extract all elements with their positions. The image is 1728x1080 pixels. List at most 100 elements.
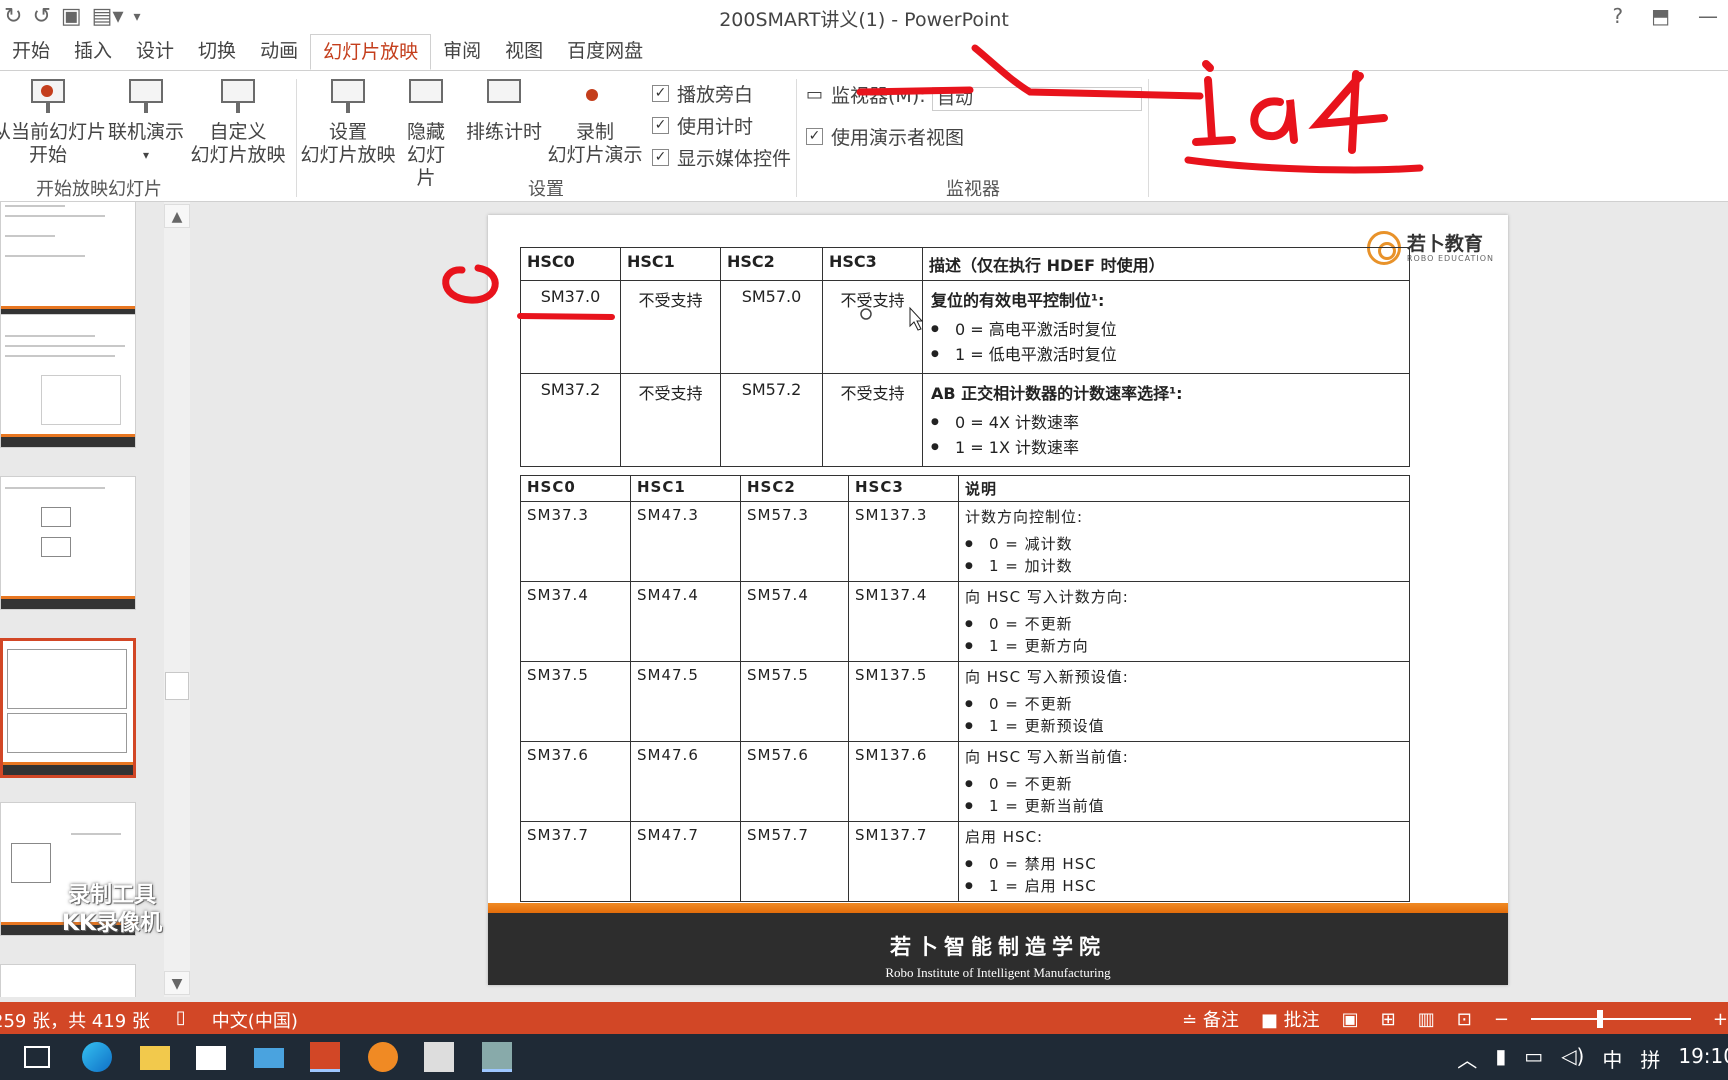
cell: SM137.6 xyxy=(848,741,959,822)
cell: SM47.6 xyxy=(630,741,741,822)
checkmark-icon: ✓ xyxy=(806,128,823,145)
rehearse-timings-label: 排练计时 xyxy=(465,121,542,143)
slideshow-view-icon[interactable]: ⊡ xyxy=(1457,1009,1472,1030)
show-media-controls-checkbox[interactable]: ✓ 显示媒体控件 xyxy=(652,144,791,171)
zoom-knob[interactable] xyxy=(1596,1010,1603,1028)
description-cell: 向 HSC 写入计数方向: 0 = 不更新1 = 更新方向 xyxy=(958,581,1410,662)
rehearse-timings-icon xyxy=(485,75,523,115)
record-label-1: 录制 xyxy=(575,121,614,143)
hsc-control-table-2: HSC0 HSC1 HSC2 HSC3 说明 SM37.3 SM47.3 SM5… xyxy=(520,475,1410,902)
tab-design[interactable]: 设计 xyxy=(124,34,186,70)
slide-thumbnail[interactable] xyxy=(0,964,136,997)
show-media-controls-label: 显示媒体控件 xyxy=(677,148,792,170)
recorder-icon[interactable] xyxy=(482,1042,512,1072)
setup-slideshow-button[interactable]: 设置 幻灯片放映 xyxy=(300,75,396,167)
from-current-slide-button[interactable]: 从当前幻灯片 开始 xyxy=(0,75,106,167)
tab-transitions[interactable]: 切换 xyxy=(186,34,248,70)
store-icon[interactable] xyxy=(196,1046,226,1070)
bullet: 0 = 不更新 xyxy=(965,773,1403,795)
minimize-icon[interactable]: — xyxy=(1698,4,1718,28)
header-cell: HSC2 xyxy=(740,475,849,502)
tab-home[interactable]: 开始 xyxy=(0,34,62,70)
thumbnail-scrollbar[interactable]: ▲ ▼ xyxy=(164,202,190,997)
spell-check-icon[interactable]: ▯ xyxy=(176,1007,186,1033)
app-window-icon[interactable] xyxy=(424,1042,454,1072)
description-cell: 向 HSC 写入新当前值: 0 = 不更新1 = 更新当前值 xyxy=(958,741,1410,822)
cell: SM137.3 xyxy=(848,501,959,582)
task-view-icon[interactable] xyxy=(24,1046,50,1068)
volume-icon[interactable]: ◁) xyxy=(1561,1044,1584,1073)
hide-slide-label-1: 隐藏 xyxy=(406,121,445,143)
presenter-view-checkbox[interactable]: ✓ 使用演示者视图 xyxy=(806,123,964,150)
bullet: 1 = 更新预设值 xyxy=(965,715,1403,737)
presenter-view-label: 使用演示者视图 xyxy=(831,127,965,149)
header-cell: 描述（仅在执行 HDEF 时使用） xyxy=(922,247,1410,281)
tab-slideshow[interactable]: 幻灯片放映 xyxy=(310,34,432,70)
zoom-in-icon[interactable]: + xyxy=(1713,1009,1728,1030)
mail-icon[interactable] xyxy=(254,1048,284,1068)
setup-slideshow-icon xyxy=(329,75,367,115)
use-timings-checkbox[interactable]: ✓ 使用计时 xyxy=(652,112,753,139)
description-title: 向 HSC 写入新当前值: xyxy=(965,748,1129,766)
current-slide[interactable]: 若卜教育 ROBO EDUCATION HSC0 HSC1 HSC2 HSC3 … xyxy=(488,215,1508,985)
hide-slide-button[interactable]: 隐藏 幻灯片 xyxy=(400,75,452,190)
bullet: 0 = 减计数 xyxy=(965,533,1403,555)
play-narration-checkbox[interactable]: ✓ 播放旁白 xyxy=(652,80,753,107)
rehearse-timings-button[interactable]: 排练计时 xyxy=(464,75,544,144)
battery-icon[interactable]: ▭ xyxy=(1524,1044,1543,1073)
reading-view-icon[interactable]: ▥ xyxy=(1418,1009,1435,1030)
record-icon xyxy=(576,75,614,115)
tab-insert[interactable]: 插入 xyxy=(62,34,124,70)
zoom-out-icon[interactable]: − xyxy=(1494,1009,1509,1030)
comments-button[interactable]: ■ 批注 xyxy=(1261,1006,1320,1032)
custom-slideshow-button[interactable]: 自定义 幻灯片放映 xyxy=(186,75,290,167)
edge-icon[interactable] xyxy=(82,1042,112,1072)
cell: 不受支持 xyxy=(822,280,923,374)
slide-thumbnail[interactable] xyxy=(0,202,136,320)
help-icon[interactable]: ? xyxy=(1612,4,1623,28)
bullet: 0 = 高电平激活时复位 xyxy=(931,317,1401,342)
cell: SM57.7 xyxy=(740,821,849,902)
slide-thumbnail[interactable] xyxy=(0,314,136,448)
ribbon-display-icon[interactable]: ⬒ xyxy=(1651,4,1670,28)
monitor-select[interactable]: 自动 xyxy=(932,87,1142,111)
from-current-label-2: 开始 xyxy=(28,144,67,166)
logo-en: ROBO EDUCATION xyxy=(1406,253,1494,263)
record-slideshow-button[interactable]: 录制 幻灯片演示 xyxy=(540,75,650,167)
slide-thumbnail[interactable] xyxy=(0,476,136,610)
description-cell: 启用 HSC: 0 = 禁用 HSC1 = 启用 HSC xyxy=(958,821,1410,902)
microphone-icon[interactable]: ▮ xyxy=(1495,1044,1506,1073)
slide-thumbnail-selected[interactable] xyxy=(0,638,136,778)
ime-mode-indicator[interactable]: 拼 xyxy=(1640,1044,1660,1073)
clock[interactable]: 19:10 xyxy=(1678,1044,1728,1073)
table-row: SM37.7 SM47.7 SM57.7 SM137.7 启用 HSC: 0 = … xyxy=(520,821,1410,902)
description-title: 复位的有效电平控制位¹: xyxy=(931,291,1105,310)
tab-view[interactable]: 视图 xyxy=(493,34,555,70)
present-online-button[interactable]: 联机演示 ▾ xyxy=(106,75,186,167)
window-controls: ? ⬒ — xyxy=(1612,4,1718,28)
powerpoint-icon[interactable] xyxy=(310,1042,340,1072)
present-online-label: 联机演示 xyxy=(107,121,184,143)
slideshow-icon xyxy=(29,75,67,115)
notes-button[interactable]: ≐ 备注 xyxy=(1182,1006,1239,1032)
tab-baidu-netdisk[interactable]: 百度网盘 xyxy=(555,34,655,70)
header-cell: 说明 xyxy=(958,475,1410,502)
tab-animations[interactable]: 动画 xyxy=(248,34,310,70)
cell: SM57.5 xyxy=(740,661,849,742)
logo-cn: 若卜教育 xyxy=(1406,232,1483,255)
header-cell: HSC1 xyxy=(630,475,741,502)
scroll-down-icon[interactable]: ▼ xyxy=(164,971,190,995)
cell: SM37.7 xyxy=(520,821,631,902)
tab-review[interactable]: 审阅 xyxy=(431,34,493,70)
normal-view-icon[interactable]: ▣ xyxy=(1342,1009,1359,1030)
chevron-up-icon[interactable]: ︿ xyxy=(1457,1044,1477,1073)
scroll-thumb[interactable] xyxy=(165,672,189,700)
header-cell: HSC1 xyxy=(620,247,721,281)
file-explorer-icon[interactable] xyxy=(140,1046,170,1070)
scroll-up-icon[interactable]: ▲ xyxy=(164,204,190,228)
slide-sorter-icon[interactable]: ⊞ xyxy=(1381,1009,1396,1030)
zoom-slider[interactable] xyxy=(1530,1010,1691,1028)
app-icon[interactable] xyxy=(368,1042,398,1072)
language-indicator[interactable]: 中文(中国) xyxy=(212,1007,298,1033)
ime-indicator[interactable]: 中 xyxy=(1602,1044,1622,1073)
